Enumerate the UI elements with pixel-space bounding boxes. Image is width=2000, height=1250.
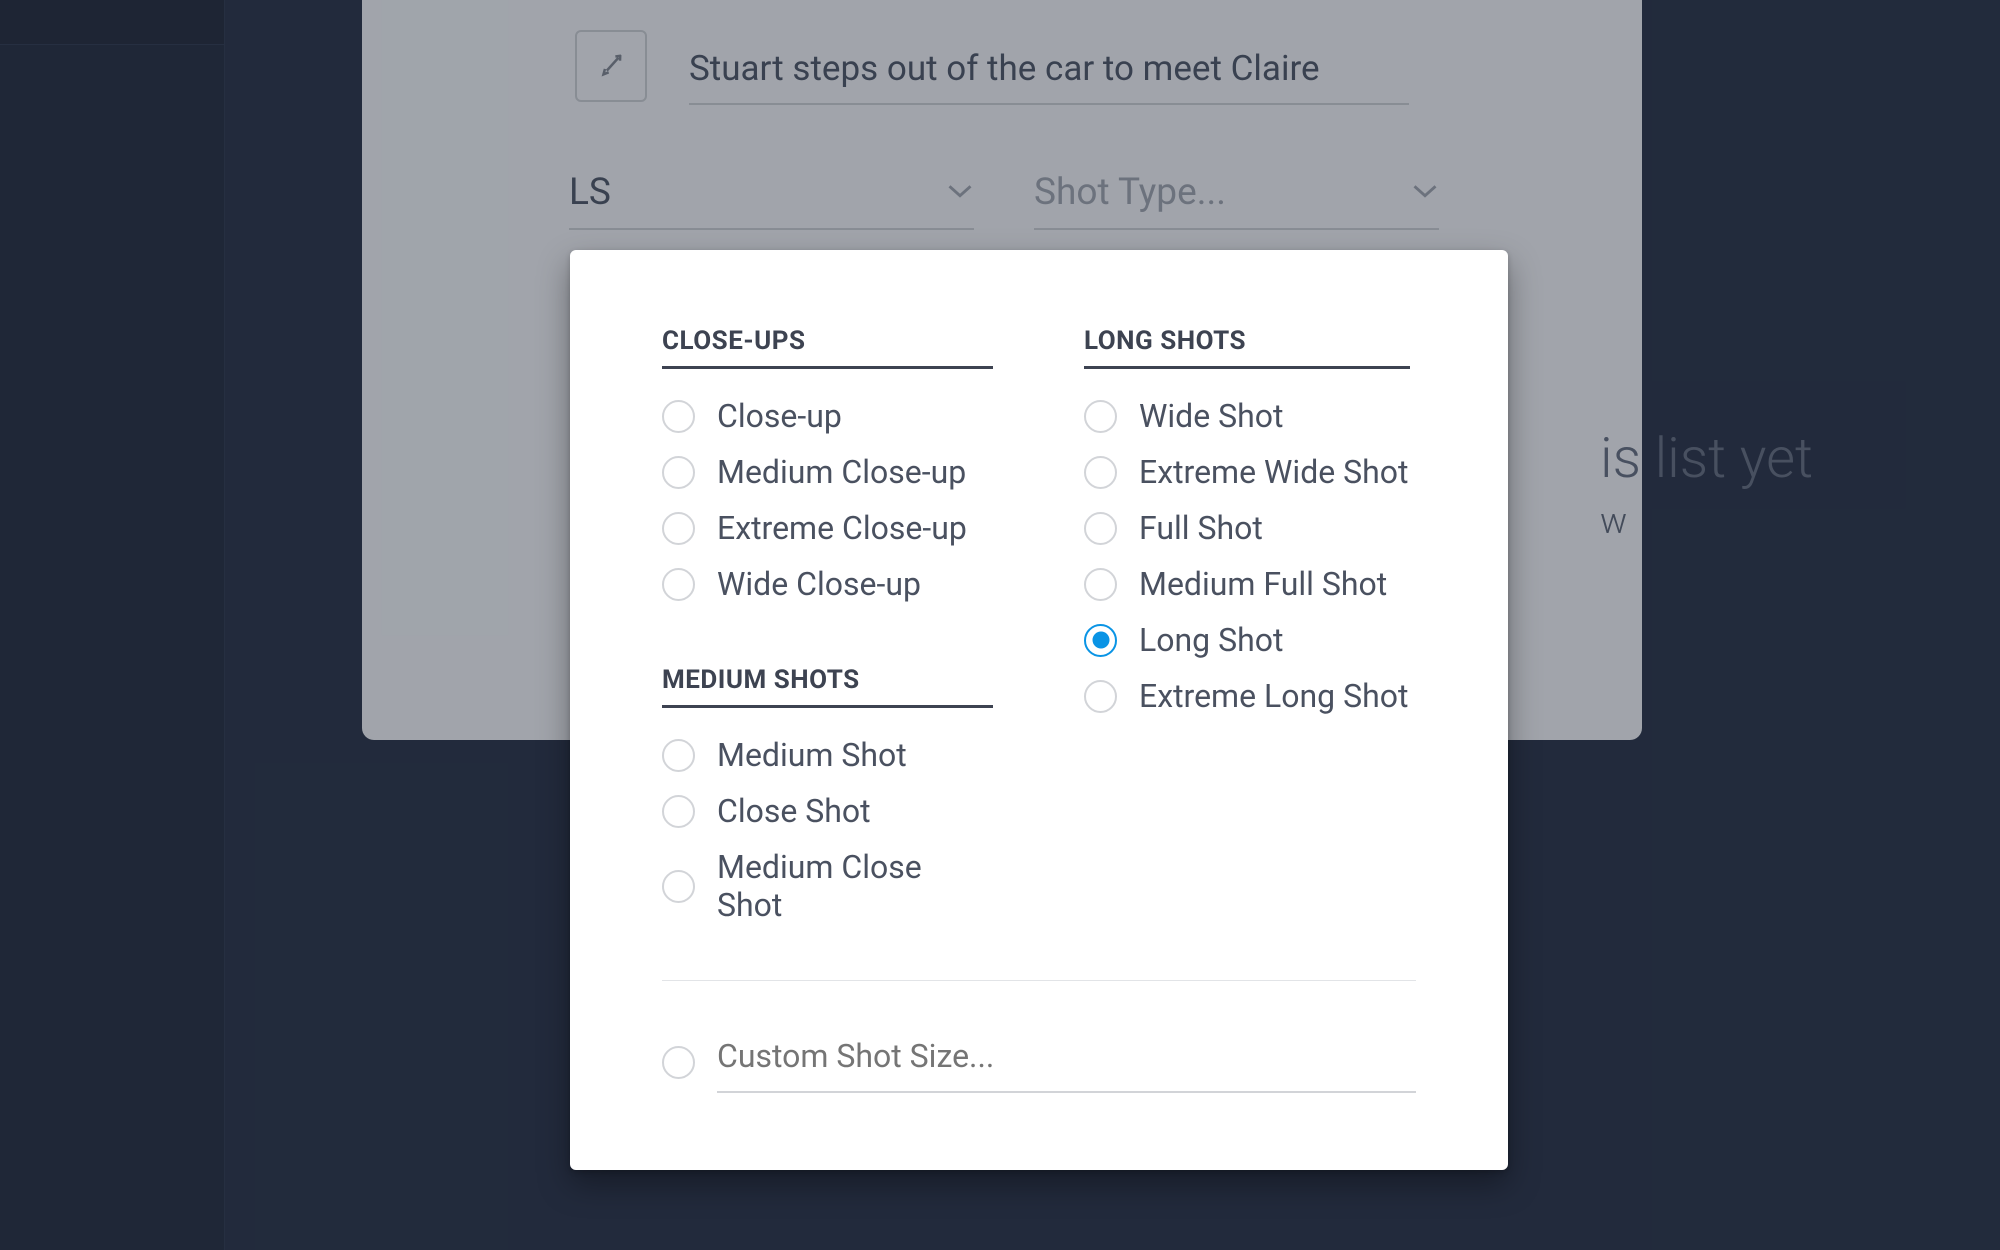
shot-size-popover: CLOSE-UPS Close-up Medium Close-up Extreme… (570, 250, 1508, 1170)
shot-size-option[interactable]: Wide Close-up (662, 565, 994, 603)
shot-size-option[interactable]: Close-up (662, 397, 994, 435)
radio-icon (1084, 624, 1117, 657)
radio-icon (1084, 400, 1117, 433)
radio-icon (1084, 512, 1117, 545)
radio-custom[interactable] (662, 1046, 695, 1079)
shot-size-option[interactable]: Extreme Close-up (662, 509, 994, 547)
shot-size-option[interactable]: Wide Shot (1084, 397, 1416, 435)
shot-size-option[interactable]: Medium Full Shot (1084, 565, 1416, 603)
radio-icon (662, 870, 695, 903)
shot-size-option[interactable]: Full Shot (1084, 509, 1416, 547)
shot-size-option[interactable]: Medium Close Shot (662, 848, 994, 924)
radio-icon (662, 795, 695, 828)
custom-shot-size-input[interactable] (717, 1031, 1416, 1093)
shot-size-option[interactable]: Close Shot (662, 792, 994, 830)
radio-icon (662, 400, 695, 433)
shot-size-option-label: Medium Close-up (717, 453, 966, 491)
shot-size-option[interactable]: Medium Close-up (662, 453, 994, 491)
popover-left-column: CLOSE-UPS Close-up Medium Close-up Extreme… (662, 326, 994, 942)
shot-size-option-label: Extreme Long Shot (1139, 677, 1408, 715)
radio-icon (662, 456, 695, 489)
shot-size-option-label: Extreme Close-up (717, 509, 967, 547)
shot-size-option-label: Medium Shot (717, 736, 907, 774)
shot-size-option-label: Wide Close-up (717, 565, 921, 603)
shot-size-option[interactable]: Long Shot (1084, 621, 1416, 659)
shot-size-option-label: Medium Full Shot (1139, 565, 1387, 603)
group-header-medium: MEDIUM SHOTS (662, 665, 993, 708)
radio-icon (1084, 456, 1117, 489)
shot-size-option-label: Extreme Wide Shot (1139, 453, 1408, 491)
radio-icon (1084, 680, 1117, 713)
shot-size-option-label: Close-up (717, 397, 842, 435)
shot-size-option-label: Medium Close Shot (717, 848, 994, 924)
shot-size-option-label: Full Shot (1139, 509, 1263, 547)
shot-size-option[interactable]: Extreme Wide Shot (1084, 453, 1416, 491)
popover-right-column: LONG SHOTS Wide Shot Extreme Wide Shot Ful… (1084, 326, 1416, 942)
radio-icon (662, 568, 695, 601)
radio-icon (1084, 568, 1117, 601)
group-header-closeups: CLOSE-UPS (662, 326, 993, 369)
shot-size-option-label: Wide Shot (1139, 397, 1283, 435)
shot-size-option-label: Long Shot (1139, 621, 1283, 659)
shot-size-option[interactable]: Extreme Long Shot (1084, 677, 1416, 715)
shot-size-option-label: Close Shot (717, 792, 871, 830)
shot-size-option[interactable]: Medium Shot (662, 736, 994, 774)
group-header-long: LONG SHOTS (1084, 326, 1410, 369)
radio-icon (662, 512, 695, 545)
radio-icon (662, 739, 695, 772)
popover-divider (662, 980, 1416, 981)
